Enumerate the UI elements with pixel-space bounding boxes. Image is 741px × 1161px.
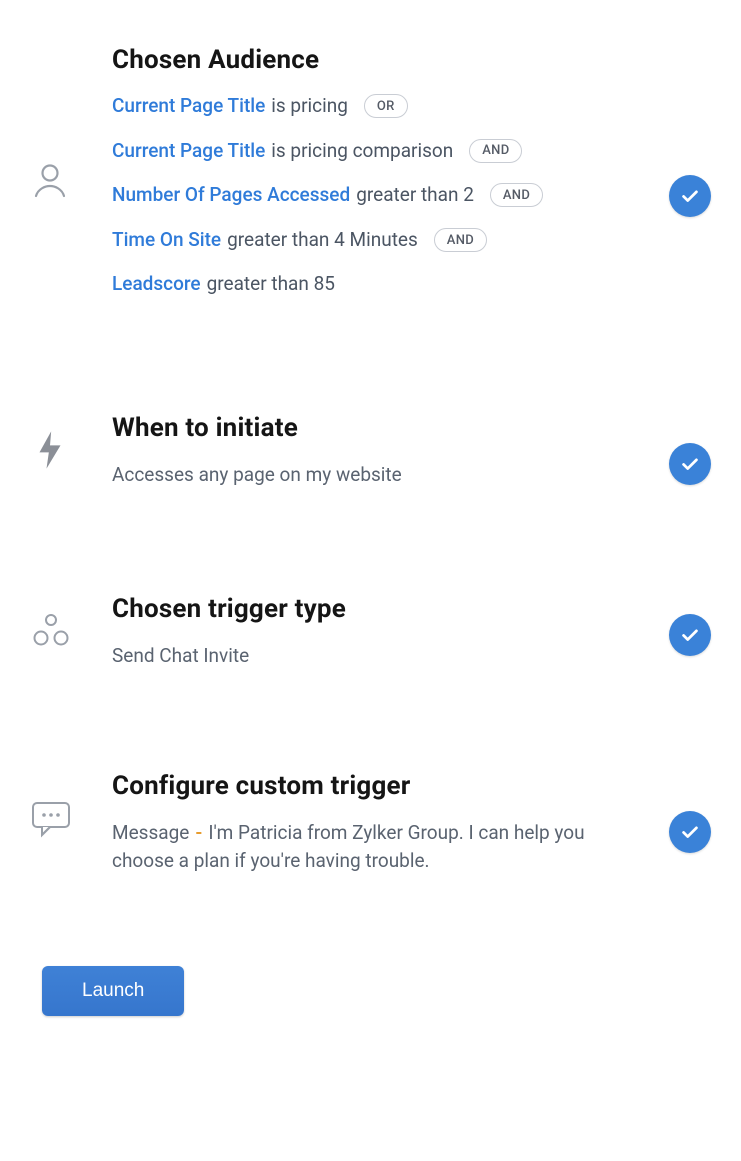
- rule-field[interactable]: Current Page Title: [112, 138, 265, 165]
- initiate-title: When to initiate: [112, 413, 641, 443]
- logic-pill[interactable]: OR: [364, 94, 408, 118]
- audience-check-col: [661, 175, 711, 217]
- rule-field[interactable]: Number Of Pages Accessed: [112, 182, 350, 209]
- person-icon: [30, 160, 70, 204]
- logic-pill[interactable]: AND: [434, 228, 487, 252]
- initiate-section: When to initiate Accesses any page on my…: [30, 413, 711, 490]
- check-icon[interactable]: [669, 811, 711, 853]
- rule-condition: greater than 85: [207, 271, 335, 298]
- trigger-type-check-col: [661, 614, 711, 656]
- audience-rule: Leadscore greater than 85: [112, 271, 641, 298]
- trigger-type-content: Chosen trigger type Send Chat Invite: [112, 594, 711, 671]
- audience-rule: Time On Site greater than 4 Minutes AND: [112, 227, 641, 254]
- initiate-content: When to initiate Accesses any page on my…: [112, 413, 711, 490]
- audience-rule: Current Page Title is pricing OR: [112, 93, 641, 120]
- audience-content: Chosen Audience Current Page Title is pr…: [112, 45, 711, 298]
- chat-icon: [30, 799, 72, 843]
- check-icon[interactable]: [669, 175, 711, 217]
- rule-condition: greater than 2: [356, 182, 474, 209]
- trigger-type-section: Chosen trigger type Send Chat Invite: [30, 594, 711, 671]
- logic-pill[interactable]: AND: [469, 139, 522, 163]
- custom-trigger-title: Configure custom trigger: [112, 771, 641, 801]
- initiate-icon-col: [30, 413, 112, 473]
- audience-icon-col: [30, 45, 112, 204]
- initiate-text: Accesses any page on my website: [112, 461, 641, 490]
- launch-button[interactable]: Launch: [42, 966, 184, 1016]
- launch-row: Launch: [30, 966, 711, 1016]
- trigger-type-title: Chosen trigger type: [112, 594, 641, 624]
- trigger-type-text: Send Chat Invite: [112, 642, 641, 671]
- rule-condition: is pricing: [271, 93, 348, 120]
- lightning-icon: [30, 431, 64, 473]
- check-icon[interactable]: [669, 614, 711, 656]
- logic-pill[interactable]: AND: [490, 183, 543, 207]
- message-label: Message: [112, 821, 189, 844]
- audience-title: Chosen Audience: [112, 45, 641, 75]
- custom-trigger-message-row: Message-I'm Patricia from Zylker Group. …: [112, 819, 641, 876]
- check-icon[interactable]: [669, 443, 711, 485]
- custom-trigger-check-col: [661, 811, 711, 853]
- audience-section: Chosen Audience Current Page Title is pr…: [30, 45, 711, 298]
- message-separator: -: [189, 821, 208, 844]
- rule-field[interactable]: Current Page Title: [112, 93, 265, 120]
- rule-field[interactable]: Leadscore: [112, 271, 201, 298]
- rule-field[interactable]: Time On Site: [112, 227, 221, 254]
- audience-rule: Number Of Pages Accessed greater than 2 …: [112, 182, 641, 209]
- initiate-check-col: [661, 443, 711, 485]
- trigger-type-icon-col: [30, 594, 112, 655]
- custom-trigger-section: Configure custom trigger Message-I'm Pat…: [30, 771, 711, 876]
- trigger-type-icon: [30, 609, 72, 655]
- rule-condition: greater than 4 Minutes: [227, 227, 418, 254]
- rule-condition: is pricing comparison: [271, 138, 453, 165]
- audience-rule: Current Page Title is pricing comparison…: [112, 138, 641, 165]
- custom-trigger-icon-col: [30, 771, 112, 843]
- custom-trigger-content: Configure custom trigger Message-I'm Pat…: [112, 771, 711, 876]
